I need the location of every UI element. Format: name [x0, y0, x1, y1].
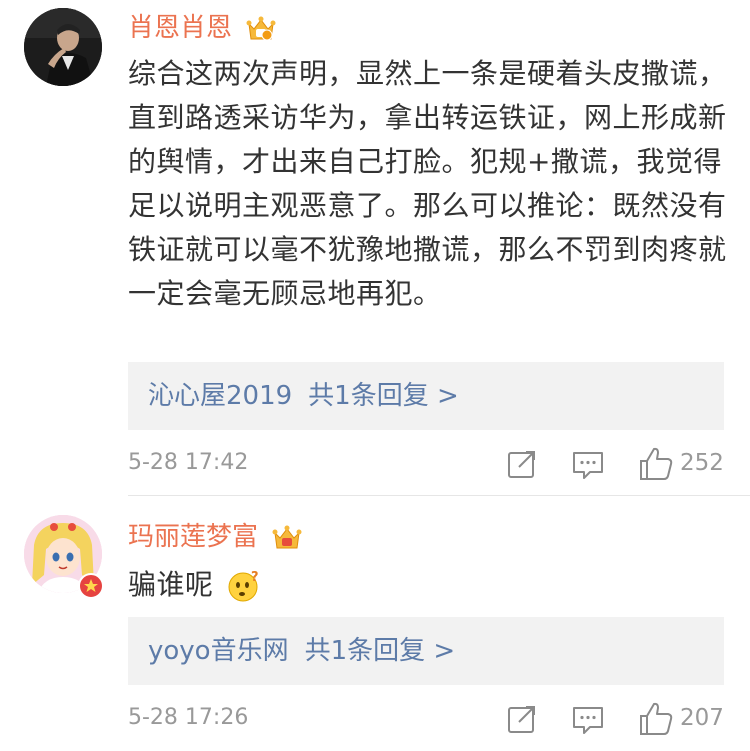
divider [128, 495, 750, 496]
timestamp: 5-28 17:42 [128, 450, 249, 475]
reply-preview[interactable]: yoyo音乐网 共1条回复 > [128, 617, 724, 685]
verified-badge-icon [78, 573, 104, 599]
reply-user[interactable]: yoyo音乐网 [148, 636, 289, 666]
reply-user[interactable]: 沁心屋2019 [148, 381, 292, 411]
like-count: 207 [680, 705, 724, 731]
username[interactable]: 玛丽莲梦富 [128, 521, 302, 553]
username-text[interactable]: 玛丽莲梦富 [128, 522, 258, 552]
comment-text: 综合这两次声明，显然上一条是硬着头皮撒谎，直到路透采访华为，拿出转运铁证，网上形… [128, 57, 727, 310]
like-icon[interactable] [636, 699, 676, 739]
thinking-emoji-icon: ? [228, 570, 259, 602]
like-icon[interactable] [636, 444, 676, 484]
comment-item: 玛丽莲梦富 骗谁呢 ? yoyo音乐网 共1条回复 > 5-28 17:26 2… [0, 497, 750, 751]
comment-meta: 5-28 17:42 252 [128, 444, 724, 484]
svg-text:?: ? [251, 570, 259, 585]
avatar[interactable] [24, 8, 102, 86]
reply-count-link[interactable]: 共1条回复 > [305, 636, 456, 666]
comment-meta: 5-28 17:26 207 [128, 699, 724, 739]
comment-text: 骗谁呢 ? [128, 563, 728, 607]
username-text[interactable]: 肖恩肖恩 [128, 13, 232, 43]
reply-count-link[interactable]: 共1条回复 > [308, 381, 459, 411]
comment-list: 肖恩肖恩 综合这两次声明，显然上一条是硬着头皮撒谎，直到路透采访华为，拿出转运铁… [0, 0, 750, 751]
reply-preview[interactable]: 沁心屋2019 共1条回复 > [128, 362, 724, 430]
comment-icon[interactable] [568, 444, 608, 484]
crown-vip-icon [246, 16, 276, 40]
comment-item: 肖恩肖恩 综合这两次声明，显然上一条是硬着头皮撒谎，直到路透采访华为，拿出转运铁… [0, 0, 750, 495]
like-count: 252 [680, 450, 724, 476]
comment-text-content: 骗谁呢 [128, 568, 214, 601]
username[interactable]: 肖恩肖恩 [128, 12, 276, 44]
comment-icon[interactable] [568, 699, 608, 739]
timestamp: 5-28 17:26 [128, 705, 249, 730]
crown-vip-icon [272, 525, 302, 548]
share-icon[interactable] [502, 444, 542, 484]
share-icon[interactable] [502, 699, 542, 739]
